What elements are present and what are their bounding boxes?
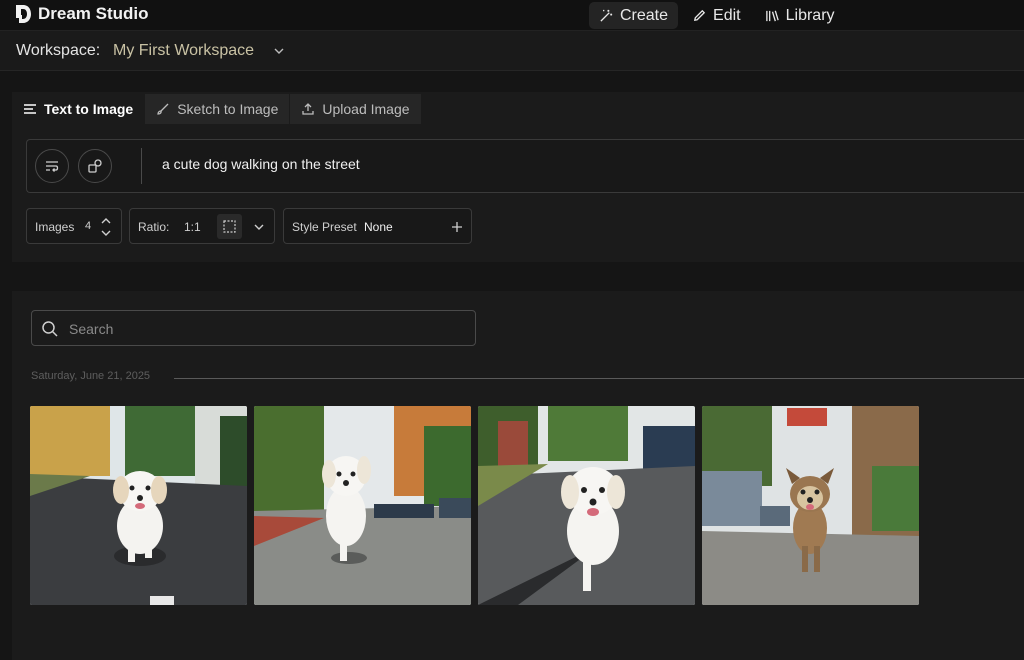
search-input[interactable] bbox=[69, 318, 469, 340]
dog-photo-1 bbox=[30, 406, 247, 605]
style-preset-label: Style Preset bbox=[292, 220, 357, 234]
tab-upload-image-label: Upload Image bbox=[322, 101, 410, 117]
style-preset-selector[interactable]: Style Preset None bbox=[283, 208, 472, 244]
plus-icon[interactable] bbox=[450, 220, 464, 234]
stepper-arrows-icon[interactable] bbox=[99, 215, 113, 239]
library-icon bbox=[765, 10, 779, 22]
main-nav: Create Edit Library bbox=[589, 2, 845, 29]
upload-icon bbox=[302, 103, 315, 115]
generated-image-4[interactable] bbox=[702, 406, 919, 605]
chevron-down-icon[interactable] bbox=[272, 44, 286, 58]
dog-photo-4 bbox=[702, 406, 919, 605]
nav-create[interactable]: Create bbox=[589, 2, 679, 29]
images-label: Images bbox=[35, 220, 75, 234]
brush-icon bbox=[157, 103, 169, 115]
workspace-selector[interactable]: My First Workspace bbox=[113, 42, 254, 60]
tab-sketch-to-image-label: Sketch to Image bbox=[177, 101, 279, 117]
nav-create-label: Create bbox=[620, 6, 669, 24]
nav-library[interactable]: Library bbox=[755, 2, 845, 29]
prompt-input[interactable]: a cute dog walking on the street bbox=[162, 156, 360, 172]
tab-text-to-image-label: Text to Image bbox=[44, 101, 134, 117]
chevron-down-icon[interactable] bbox=[252, 220, 266, 234]
nav-edit[interactable]: Edit bbox=[682, 2, 751, 29]
pencil-icon bbox=[694, 9, 706, 22]
search-box[interactable] bbox=[31, 310, 476, 346]
prompt-box[interactable]: a cute dog walking on the street bbox=[26, 139, 1024, 193]
shapes-button[interactable] bbox=[78, 149, 112, 183]
generated-image-3[interactable] bbox=[478, 406, 695, 605]
date-divider bbox=[174, 378, 1024, 379]
brand-name: Dream Studio bbox=[38, 4, 149, 23]
nav-library-label: Library bbox=[785, 6, 835, 24]
gallery-panel: Saturday, June 21, 2025 bbox=[12, 291, 1024, 660]
prompt-divider bbox=[141, 148, 142, 184]
tab-sketch-to-image[interactable]: Sketch to Image bbox=[145, 94, 291, 124]
date-header: Saturday, June 21, 2025 bbox=[31, 370, 151, 382]
generated-image-2[interactable] bbox=[254, 406, 471, 605]
ratio-selector[interactable]: Ratio: 1:1 bbox=[129, 208, 275, 244]
dreamstudio-logo-icon bbox=[16, 5, 31, 23]
magic-wand-icon bbox=[600, 9, 613, 22]
tab-upload-image[interactable]: Upload Image bbox=[290, 94, 422, 124]
top-bar: Dream Studio Create Edit Library bbox=[0, 0, 1024, 31]
search-icon bbox=[42, 321, 58, 337]
ratio-label: Ratio: bbox=[138, 220, 170, 234]
images-count-stepper[interactable]: Images 4 bbox=[26, 208, 122, 244]
generation-panel: Text to Image Sketch to Image Upload Ima… bbox=[12, 92, 1024, 262]
mode-tabs: Text to Image Sketch to Image Upload Ima… bbox=[12, 94, 422, 124]
nav-edit-label: Edit bbox=[713, 6, 741, 24]
shapes-icon bbox=[88, 159, 102, 173]
prompt-tools-button[interactable] bbox=[35, 149, 69, 183]
workspace-bar: Workspace: My First Workspace bbox=[0, 31, 1024, 71]
text-lines-icon bbox=[24, 104, 36, 114]
ratio-value: 1:1 bbox=[184, 220, 201, 234]
aspect-ratio-icon bbox=[223, 220, 236, 233]
dog-photo-2 bbox=[254, 406, 471, 605]
text-wrap-icon bbox=[46, 161, 59, 172]
dog-photo-3 bbox=[478, 406, 695, 605]
tab-text-to-image[interactable]: Text to Image bbox=[12, 94, 146, 124]
aspect-ratio-button[interactable] bbox=[217, 214, 242, 239]
style-preset-value: None bbox=[364, 220, 393, 234]
generated-image-1[interactable] bbox=[30, 406, 247, 605]
images-value: 4 bbox=[85, 220, 92, 232]
workspace-label: Workspace: bbox=[16, 42, 101, 59]
brand-logo[interactable]: Dream Studio bbox=[13, 3, 149, 25]
